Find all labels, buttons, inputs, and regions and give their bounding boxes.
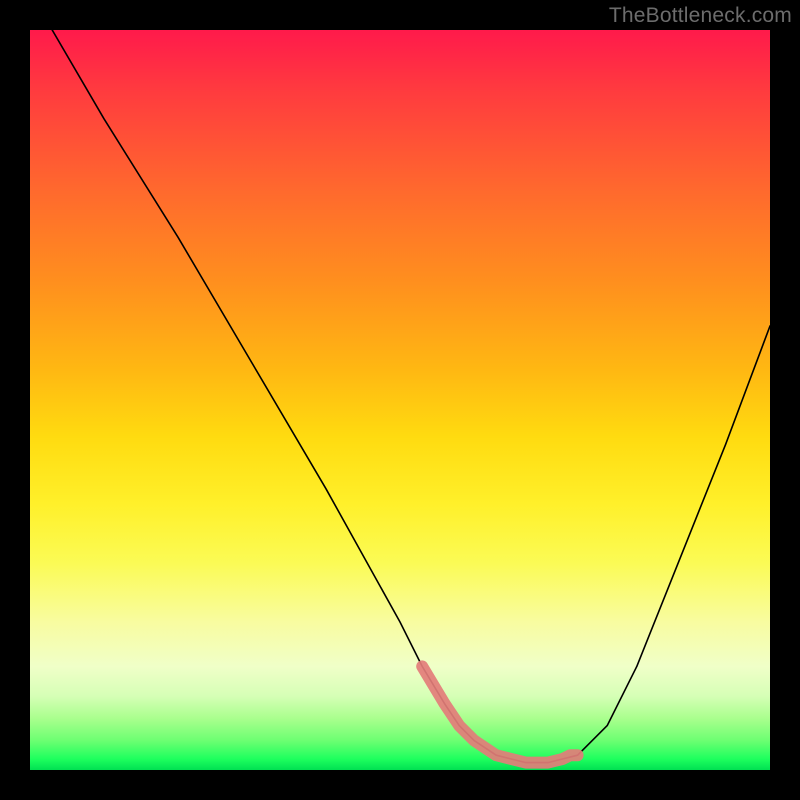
main-curve [52, 30, 770, 763]
chart-frame: TheBottleneck.com [0, 0, 800, 800]
curve-layer [52, 30, 770, 763]
watermark-text: TheBottleneck.com [609, 4, 792, 28]
chart-svg [30, 30, 770, 770]
plot-area [30, 30, 770, 770]
highlight-segment [422, 666, 577, 762]
